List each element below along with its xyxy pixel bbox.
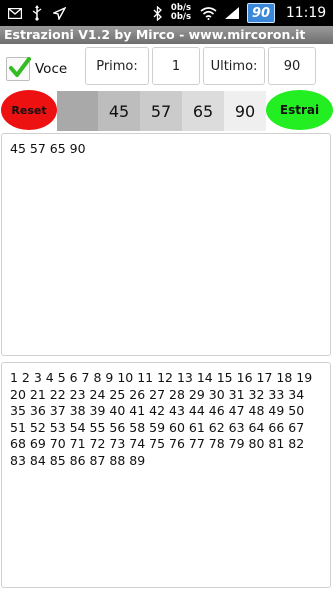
send-icon [51,3,67,23]
remaining-numbers-panel: 1 2 3 4 5 6 7 8 9 10 11 12 13 14 15 16 1… [1,362,331,588]
ultimo-label: Ultimo: [203,47,265,85]
strip-cell-4: 90 [224,91,266,131]
primo-label: Primo: [85,47,149,85]
drawn-numbers-panel: 45 57 65 90 [1,133,331,356]
bluetooth-icon [150,3,164,23]
drawn-numbers-text: 45 57 65 90 [10,141,86,156]
signal-icon [222,3,242,23]
clock: 11:19 [285,5,327,21]
battery-level: 90 [251,5,271,21]
ultimo-field[interactable]: 90 [268,47,316,85]
battery-icon: 90 [246,2,276,24]
usb-icon [29,3,45,23]
net-down-value: 0b/s [170,12,192,22]
estrai-button[interactable]: Estrai [266,90,333,130]
strip-cell-3: 65 [182,91,224,131]
status-bar: 0b/s 0b/s 90 11:19 [0,0,333,26]
check-icon [9,57,31,77]
voce-label: Voce [35,61,68,77]
voce-checkbox[interactable] [6,57,31,81]
strip-cell-empty [57,91,98,131]
mail-icon [6,3,24,23]
strip-cell-1: 45 [98,91,140,131]
reset-button[interactable]: Reset [1,90,57,130]
net-speed: 0b/s 0b/s [168,3,194,23]
primo-field[interactable]: 1 [152,47,200,85]
strip-cell-2: 57 [140,91,182,131]
app-title: Estrazioni V1.2 by Mirco - www.mircoron.… [0,26,333,44]
wifi-icon [198,3,218,23]
remaining-numbers-text: 1 2 3 4 5 6 7 8 9 10 11 12 13 14 15 16 1… [10,370,313,468]
